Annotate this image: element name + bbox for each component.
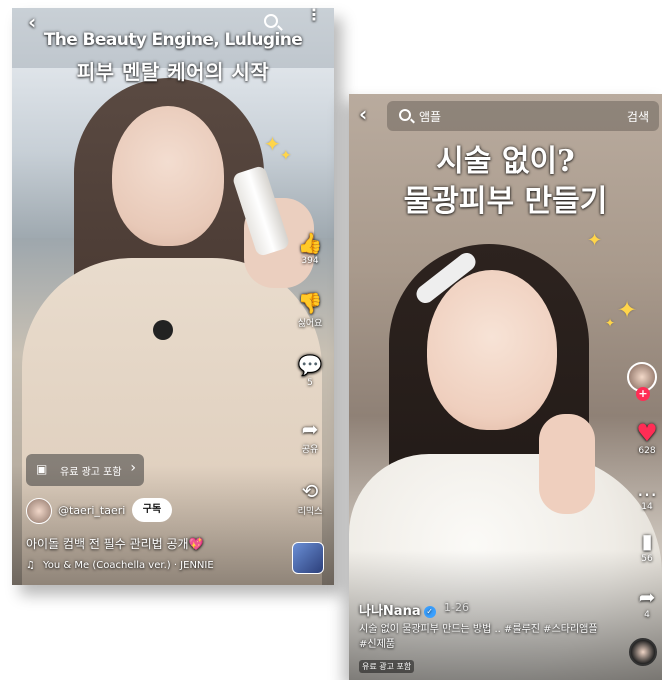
shorts-video-screen[interactable]: ✦ ✦ ‹ ⋮ The Beauty Engine, Lulugine 피부 멘… [12,8,334,585]
music-track-name: You & Me (Coachella ver.) · JENNIE [42,560,214,571]
creator-face [427,270,557,430]
post-date: 1-26 [444,601,469,614]
remix-icon: ⟲ [301,479,319,503]
like-count: 394 [301,256,319,266]
video-caption[interactable]: 시술 없이 물광피부 만드는 방법 .. #룰루진 #스타리앰플 #신제품 [359,622,599,652]
heart-icon: ♥ [636,419,658,447]
like-button[interactable]: 👍 394 [288,232,332,266]
channel-avatar[interactable] [26,498,52,524]
search-query[interactable]: 앰플 [419,108,441,125]
remix-label: 리믹스 [297,507,323,517]
creator-name: 나나Nana [359,604,421,619]
share-count: 4 [644,610,650,620]
search-button[interactable]: 검색 [627,108,649,125]
subscribe-button[interactable]: 구독 [132,498,172,522]
sparkle-icon: ✦ [587,230,603,251]
share-icon: ➦ [638,585,656,609]
lapel-mic [153,320,173,340]
search-icon[interactable] [264,14,278,28]
comment-button[interactable]: 💬 5 [288,354,332,388]
like-button[interactable]: ♥ 628 [625,419,662,456]
video-title-line1: The Beauty Engine, Lulugine [43,30,303,50]
sparkle-icon: ✦ [280,148,292,164]
thumbs-up-icon: 👍 [297,231,323,255]
v-sign-hand [539,414,595,514]
video-title-line2: 피부 멘탈 케어의 시작 [76,60,270,84]
comment-icon: 💬 [297,353,323,377]
verified-badge-icon: ✓ [423,606,436,618]
sparkle-icon: ✦ [264,132,281,156]
sparkle-icon: ✦ [617,296,638,324]
save-button[interactable]: ▮ 56 [625,530,662,564]
comment-button[interactable]: … 14 [625,478,662,512]
bookmark-icon: ▮ [641,529,653,553]
thumbs-down-icon: 👎 [297,291,323,315]
more-options-icon[interactable]: ⋮ [306,8,322,23]
presenter-face [112,106,224,246]
channel-handle[interactable]: @taeri_taeri [58,504,125,517]
search-icon [399,109,411,121]
video-title-line2: 물광피부 만들기 [403,184,608,219]
save-count: 56 [641,554,653,564]
video-caption[interactable]: 아이돌 컴백 전 필수 관리법 공개💖 [26,535,204,552]
paid-promotion-label: 유료 광고 포함 [60,467,122,478]
share-button[interactable]: ➦ 공유 [288,418,332,455]
back-icon[interactable]: ‹ [359,102,367,126]
dislike-label: 싫어요 [297,319,323,329]
sparkle-icon: ✦ [605,316,616,330]
share-button[interactable]: ➦ 4 [625,586,662,620]
video-title-line1: 시술 없이? [436,144,575,179]
remix-button[interactable]: ⟲ 리믹스 [288,480,332,517]
share-icon: ➦ [301,417,319,441]
comment-count: 5 [307,378,313,388]
chevron-right-icon: › [130,460,136,476]
like-count: 628 [638,446,656,456]
promotion-icon: ▣ [36,462,48,476]
follow-plus-icon[interactable]: + [636,387,650,401]
share-label: 공유 [301,445,319,455]
comment-count: 14 [641,502,653,512]
dislike-button[interactable]: 👎 싫어요 [288,292,332,329]
music-track-link[interactable]: ♫ You & Me (Coachella ver.) · JENNIE [26,560,214,571]
audio-disc-thumbnail[interactable] [629,638,657,666]
comparison-canvas: ✦ ✦ ‹ ⋮ The Beauty Engine, Lulugine 피부 멘… [0,0,662,680]
search-bar[interactable]: 앰플 검색 [387,101,659,131]
reels-video-screen[interactable]: ✦ ✦ ✦ ‹ 앰플 검색 시술 없이? 물광피부 만들기 + ♥ 628 … … [349,94,662,680]
comment-icon: … [637,477,657,501]
music-note-icon: ♫ [26,560,35,571]
paid-promotion-label: 유료 광고 포함 [359,660,415,673]
music-disc-thumbnail[interactable] [292,542,324,574]
paid-promotion-chip[interactable]: ▣ 유료 광고 포함 › [26,454,144,486]
creator-name-row[interactable]: 나나Nana ✓ [359,600,436,619]
